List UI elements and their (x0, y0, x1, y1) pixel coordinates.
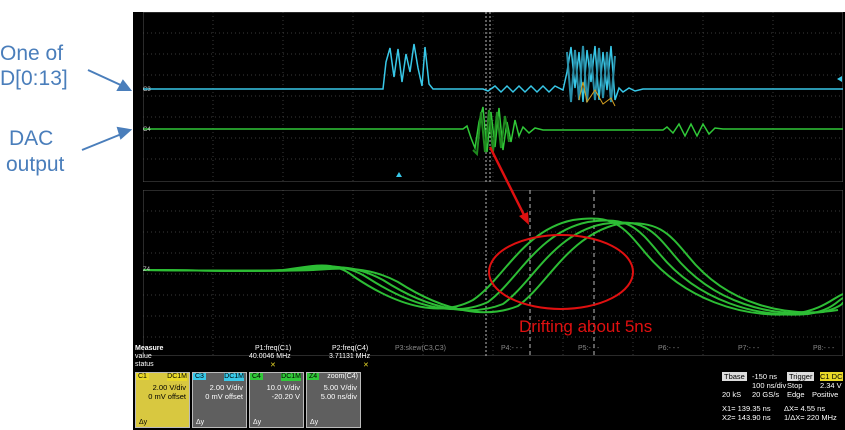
timebase-title: Tbase (722, 372, 747, 381)
measure-p3-label[interactable]: P3:skew(C3,C3) (395, 345, 446, 352)
z4-delta-y: Δy (310, 419, 319, 426)
measure-p5-label[interactable]: P5:- - - (578, 345, 599, 352)
trigger-level: 2.34 V (820, 381, 842, 390)
oscilloscope-display: C3 C4 Z4 Drifting about 5ns Measure valu… (133, 12, 845, 430)
timebase-delay: -150 ns (752, 372, 778, 381)
c1-scale: 2.00 V/div (152, 383, 186, 392)
trigger-mode: Stop (787, 381, 803, 390)
c3-delta-y: Δy (196, 419, 205, 426)
z4-tag: Z4 (307, 373, 320, 380)
c3-offset: 0 mV offset (205, 392, 243, 401)
c1-delta-y: Δy (139, 419, 148, 426)
c3-coupling: DC1M (224, 373, 244, 381)
measure-p1-value: 40.0046 MHz (249, 353, 291, 360)
drift-annotation-text: Drifting about 5ns (519, 317, 653, 336)
measure-p2-value: 3.71131 MHz (329, 353, 371, 360)
measure-p4-label[interactable]: P4:- - - (501, 345, 522, 352)
cursor-dx: ΔX= 4.55 ns (784, 404, 826, 413)
c1-tag: C1 (136, 373, 149, 380)
z4-timebase: 5.00 ns/div (320, 392, 357, 401)
c1-coupling: DC1M (167, 373, 187, 381)
z4-scale: 5.00 V/div (323, 383, 357, 392)
trigger-panel[interactable]: Trigger C1 DC Stop 2.34 V Edge Positive (787, 372, 843, 402)
cursor-x1: X1= 139.35 ns (722, 404, 771, 413)
channel-panel-c3[interactable]: C3 DC1M 2.00 V/div 0 mV offset Δy (192, 372, 247, 428)
trigger-type: Edge (787, 390, 805, 399)
c1-offset: 0 mV offset (148, 392, 186, 401)
c4-delta-y: Δy (253, 419, 262, 426)
measure-p8-label[interactable]: P8:- - - (813, 345, 834, 352)
trigger-slope: Positive (812, 390, 839, 399)
measure-row-value: value (135, 353, 152, 360)
timebase-rate: 100 ns/div (752, 381, 787, 390)
c4-offset: -20.20 V (271, 392, 300, 401)
arrow-to-c3 (87, 69, 126, 88)
c3-tag: C3 (193, 373, 206, 380)
trigger-channel: C1 DC (820, 372, 843, 381)
measure-p2-status-icon: ✕ (363, 362, 369, 369)
arrow-to-c4 (81, 132, 125, 151)
channel-panel-c4[interactable]: C4 DC1M 10.0 V/div -20.20 V Δy (249, 372, 304, 428)
channel-panel-z4[interactable]: Z4 zoom(C4) 5.00 V/div 5.00 ns/div Δy (306, 372, 361, 428)
trigger-title: Trigger (787, 372, 815, 381)
c4-coupling: DC1M (281, 373, 301, 381)
timebase-samples: 20 kS (722, 390, 742, 399)
channel-panel-c1[interactable]: C1 DC1M 2.00 V/div 0 mV offset Δy (135, 372, 190, 428)
measure-table: Measure value status P1:freq(C1) 40.0046… (133, 343, 845, 369)
c3-scale: 2.00 V/div (209, 383, 243, 392)
measure-title: Measure (135, 345, 164, 352)
z4-source: zoom(C4) (327, 373, 358, 380)
arrow-head-c4 (116, 126, 133, 140)
measure-p2-label[interactable]: P2:freq(C4) (332, 345, 368, 352)
cursor-inv-dx: 1/ΔX= 220 MHz (784, 413, 837, 422)
arrow-head-c3 (116, 79, 133, 91)
measure-p1-label[interactable]: P1:freq(C1) (255, 345, 291, 352)
measure-p1-status-icon: ✕ (270, 362, 276, 369)
measure-p6-label[interactable]: P6:- - - (658, 345, 679, 352)
c4-scale: 10.0 V/div (266, 383, 300, 392)
cursor-x2: X2= 143.90 ns (722, 413, 771, 422)
measure-row-status: status (135, 361, 154, 368)
timebase-gsps: 20 GS/s (752, 390, 780, 399)
c4-tag: C4 (250, 373, 263, 380)
measure-p7-label[interactable]: P7:- - - (738, 345, 759, 352)
cursor-readout: X1= 139.35 ns ΔX= 4.55 ns X2= 143.90 ns … (722, 404, 842, 424)
